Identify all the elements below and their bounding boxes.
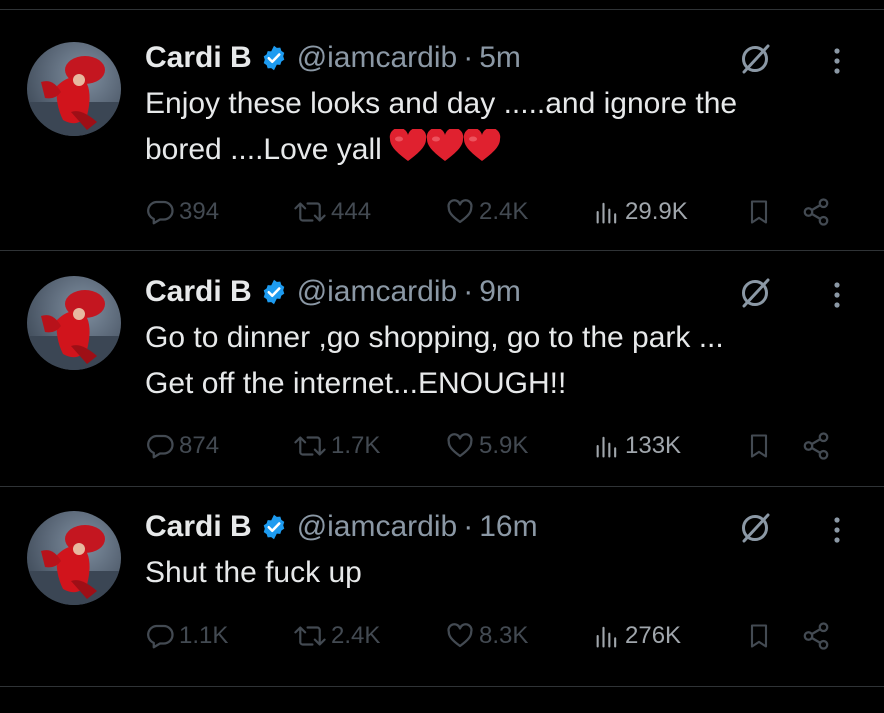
- divider: [0, 686, 884, 687]
- repost-icon: [294, 626, 326, 646]
- views-button[interactable]: 276K: [593, 619, 681, 653]
- like-button[interactable]: 8.3K: [445, 619, 528, 653]
- like-icon: [447, 433, 473, 458]
- avatar[interactable]: [27, 511, 121, 605]
- verified-badge-icon: [260, 44, 288, 72]
- like-button[interactable]: 5.9K: [445, 429, 528, 463]
- separator-dot: ·: [463, 41, 474, 74]
- divider: [0, 250, 884, 251]
- reply-count: 874: [179, 432, 220, 459]
- verified-badge-icon: [260, 513, 288, 541]
- like-count: 5.9K: [479, 432, 529, 459]
- bookmark-icon: [750, 624, 768, 648]
- views-icon: [596, 436, 617, 458]
- reply-button[interactable]: 874: [145, 429, 219, 463]
- reply-button[interactable]: 1.1K: [145, 619, 228, 653]
- like-icon: [447, 623, 473, 648]
- repost-count: 1.7K: [331, 432, 381, 459]
- views-button[interactable]: 133K: [593, 429, 681, 463]
- reply-icon: [147, 624, 174, 649]
- reply-icon: [147, 434, 174, 459]
- bookmark-button[interactable]: [745, 195, 777, 229]
- like-count: 8.3K: [479, 622, 529, 649]
- display-name[interactable]: Cardi B: [145, 40, 252, 76]
- repost-icon: [294, 202, 326, 222]
- more-icon[interactable]: [826, 278, 848, 312]
- tweet-feed: Cardi B @iamcardib · 5m Enjoy these look…: [0, 0, 884, 713]
- tweet-text: Enjoy these looks and day .....and ignor…: [145, 81, 845, 173]
- verified-badge-icon: [260, 278, 288, 306]
- share-button[interactable]: [801, 619, 835, 653]
- timestamp[interactable]: 16m: [479, 509, 537, 545]
- share-icon: [803, 198, 829, 226]
- repost-button[interactable]: 2.4K: [293, 619, 380, 653]
- action-bar: 874 1.7K 5.9K 133K: [145, 429, 845, 463]
- display-name[interactable]: Cardi B: [145, 509, 252, 545]
- avatar[interactable]: [27, 276, 121, 370]
- views-icon: [596, 626, 617, 648]
- bookmark-icon: [750, 434, 768, 458]
- handle[interactable]: @iamcardib: [297, 274, 458, 310]
- reply-button[interactable]: 394: [145, 195, 219, 229]
- repost-button[interactable]: 1.7K: [293, 429, 380, 463]
- like-icon: [447, 199, 473, 224]
- like-count: 2.4K: [479, 198, 529, 225]
- like-button[interactable]: 2.4K: [445, 195, 528, 229]
- tweet-text: Shut the fuck up: [145, 550, 845, 596]
- bookmark-button[interactable]: [745, 429, 777, 463]
- more-icon[interactable]: [826, 44, 848, 78]
- tweet-text-line: Enjoy these looks and day .....and ignor…: [145, 87, 738, 120]
- reply-count: 394: [179, 198, 220, 225]
- grok-icon[interactable]: [738, 511, 772, 545]
- reply-icon: [147, 200, 174, 225]
- tweet-text: Go to dinner ,go shopping, go to the par…: [145, 315, 845, 407]
- display-name[interactable]: Cardi B: [145, 274, 252, 310]
- divider: [0, 486, 884, 487]
- handle[interactable]: @iamcardib: [297, 509, 458, 545]
- views-count: 276K: [625, 622, 682, 649]
- grok-icon[interactable]: [738, 276, 772, 310]
- separator-dot: ·: [463, 510, 474, 543]
- repost-count: 2.4K: [331, 622, 381, 649]
- tweet-text-line: Shut the fuck up: [145, 556, 362, 589]
- views-icon: [596, 202, 617, 224]
- tweet-text-span: bored ....Love yall: [145, 133, 382, 166]
- views-button[interactable]: 29.9K: [593, 195, 688, 229]
- heart-emoji-icon: [388, 129, 501, 163]
- reply-count: 1.1K: [179, 622, 229, 649]
- share-icon: [803, 622, 829, 650]
- handle[interactable]: @iamcardib: [297, 40, 458, 76]
- views-count: 29.9K: [625, 198, 688, 225]
- timestamp[interactable]: 5m: [479, 40, 521, 76]
- grok-icon[interactable]: [738, 42, 772, 76]
- action-bar: 1.1K 2.4K 8.3K 276K: [145, 619, 845, 653]
- tweet-text-line: Go to dinner ,go shopping, go to the par…: [145, 321, 724, 354]
- timestamp[interactable]: 9m: [479, 274, 521, 310]
- separator-dot: ·: [463, 275, 474, 308]
- bookmark-icon: [750, 200, 768, 224]
- divider: [0, 9, 884, 10]
- views-count: 133K: [625, 432, 682, 459]
- share-button[interactable]: [801, 195, 835, 229]
- tweet-text-line: bored ....Love yall: [145, 127, 845, 173]
- repost-icon: [294, 436, 326, 456]
- share-button[interactable]: [801, 429, 835, 463]
- more-icon[interactable]: [826, 513, 848, 547]
- action-bar: 394 444 2.4K 29.9K: [145, 195, 845, 229]
- repost-count: 444: [331, 198, 372, 225]
- share-icon: [803, 432, 829, 460]
- repost-button[interactable]: 444: [293, 195, 371, 229]
- bookmark-button[interactable]: [745, 619, 777, 653]
- avatar[interactable]: [27, 42, 121, 136]
- tweet-text-line: Get off the internet...ENOUGH!!: [145, 367, 567, 400]
